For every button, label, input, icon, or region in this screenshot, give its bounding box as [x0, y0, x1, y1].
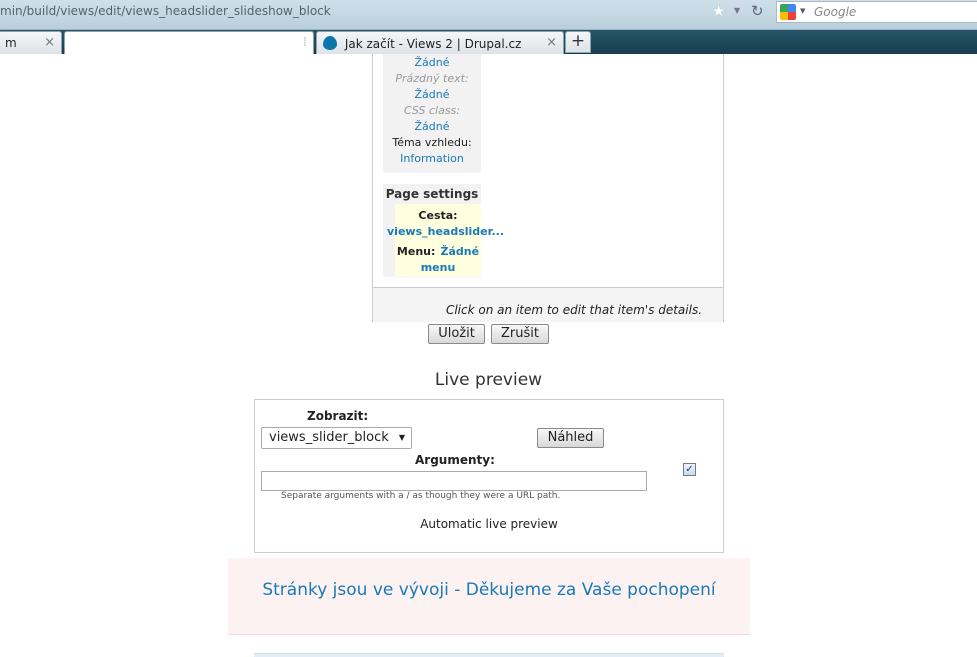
- block-settings-column: Žádné Prázdný text: Žádné CSS class: Žád…: [383, 54, 481, 173]
- live-preview-title: Live preview: [434, 370, 543, 390]
- path-value-link[interactable]: views_headslider...: [387, 224, 504, 240]
- close-tab-icon[interactable]: ⁞: [303, 35, 307, 50]
- display-select[interactable]: views_slider_block ▼: [261, 427, 412, 449]
- display-label: Zobrazit:: [307, 409, 369, 423]
- arguments-hint: Separate arguments with a / as though th…: [281, 491, 561, 501]
- menu-label: Menu:: [396, 245, 436, 258]
- browser-toolbar: min/build/views/edit/views_headslider_sl…: [0, 0, 977, 30]
- css-class-label: CSS class:: [404, 104, 460, 117]
- tab-bar: m × ⁞ Jak začít - Views 2 | Drupal.cz × …: [0, 30, 977, 54]
- search-box[interactable]: ▼ Google: [776, 1, 977, 23]
- theme-value[interactable]: Information: [383, 151, 481, 167]
- empty-text-label: Prázdný text:: [395, 72, 469, 85]
- tab-active[interactable]: ⁞: [64, 31, 314, 54]
- history-dropdown-icon[interactable]: ▼: [734, 6, 740, 15]
- bookmark-star-icon[interactable]: ★: [712, 2, 725, 20]
- live-preview-form: Zobrazit: views_slider_block ▼ Náhled Ar…: [254, 399, 724, 553]
- drupal-icon: [323, 36, 337, 50]
- address-bar-url[interactable]: min/build/views/edit/views_headslider_sl…: [0, 4, 331, 18]
- tab-label: m: [5, 36, 17, 50]
- css-class-value[interactable]: Žádné: [383, 119, 481, 135]
- menu-row: Menu: Žádné: [395, 240, 481, 260]
- search-engine-dropdown-icon[interactable]: ▼: [800, 7, 805, 15]
- tab-label: Jak začít - Views 2 | Drupal.cz: [344, 37, 522, 51]
- page-content: Žádné Prázdný text: Žádné CSS class: Žád…: [0, 54, 977, 657]
- tab-previous[interactable]: m ×: [0, 31, 62, 54]
- footer-divider: [254, 653, 724, 657]
- auto-preview-label: Automatic live preview: [420, 517, 558, 531]
- chevron-down-icon: ▼: [398, 433, 405, 442]
- search-placeholder: Google: [814, 5, 857, 19]
- menu-value-link-2[interactable]: menu: [395, 260, 481, 276]
- reload-icon[interactable]: ↻: [751, 2, 764, 20]
- auto-preview-checkbox[interactable]: ✓: [683, 463, 696, 476]
- theme-label: Téma vzhledu:: [392, 136, 472, 149]
- views-settings-panel: Žádné Prázdný text: Žádné CSS class: Žád…: [372, 54, 724, 322]
- tab-drupal[interactable]: Jak začít - Views 2 | Drupal.cz ×: [316, 31, 564, 54]
- preview-button[interactable]: Náhled: [537, 428, 604, 448]
- page-settings-block: Page settings Cesta: views_headslider...…: [383, 184, 504, 277]
- display-select-value: views_slider_block: [269, 430, 389, 445]
- panel-footer-hint: Click on an item to edit that item's det…: [373, 287, 723, 322]
- page-settings-title: Page settings: [385, 187, 479, 201]
- close-tab-icon[interactable]: ×: [546, 35, 557, 50]
- new-tab-button[interactable]: +: [565, 31, 591, 53]
- arguments-label: Argumenty:: [415, 453, 495, 467]
- arguments-input[interactable]: [261, 471, 647, 491]
- close-tab-icon[interactable]: ×: [44, 35, 55, 50]
- block-setting-value[interactable]: Žádné: [383, 54, 481, 71]
- page-settings-values: Cesta: views_headslider... Menu: Žádné m…: [387, 204, 504, 276]
- save-button[interactable]: Uložit: [428, 324, 485, 344]
- empty-text-value[interactable]: Žádné: [383, 87, 481, 103]
- google-icon[interactable]: [780, 4, 796, 20]
- cancel-button[interactable]: Zrušit: [491, 324, 549, 344]
- menu-value-link[interactable]: Žádné: [440, 245, 479, 258]
- path-label: Cesta:: [418, 209, 458, 222]
- maintenance-banner: Stránky jsou ve vývoji - Děkujeme za Vaš…: [228, 558, 750, 635]
